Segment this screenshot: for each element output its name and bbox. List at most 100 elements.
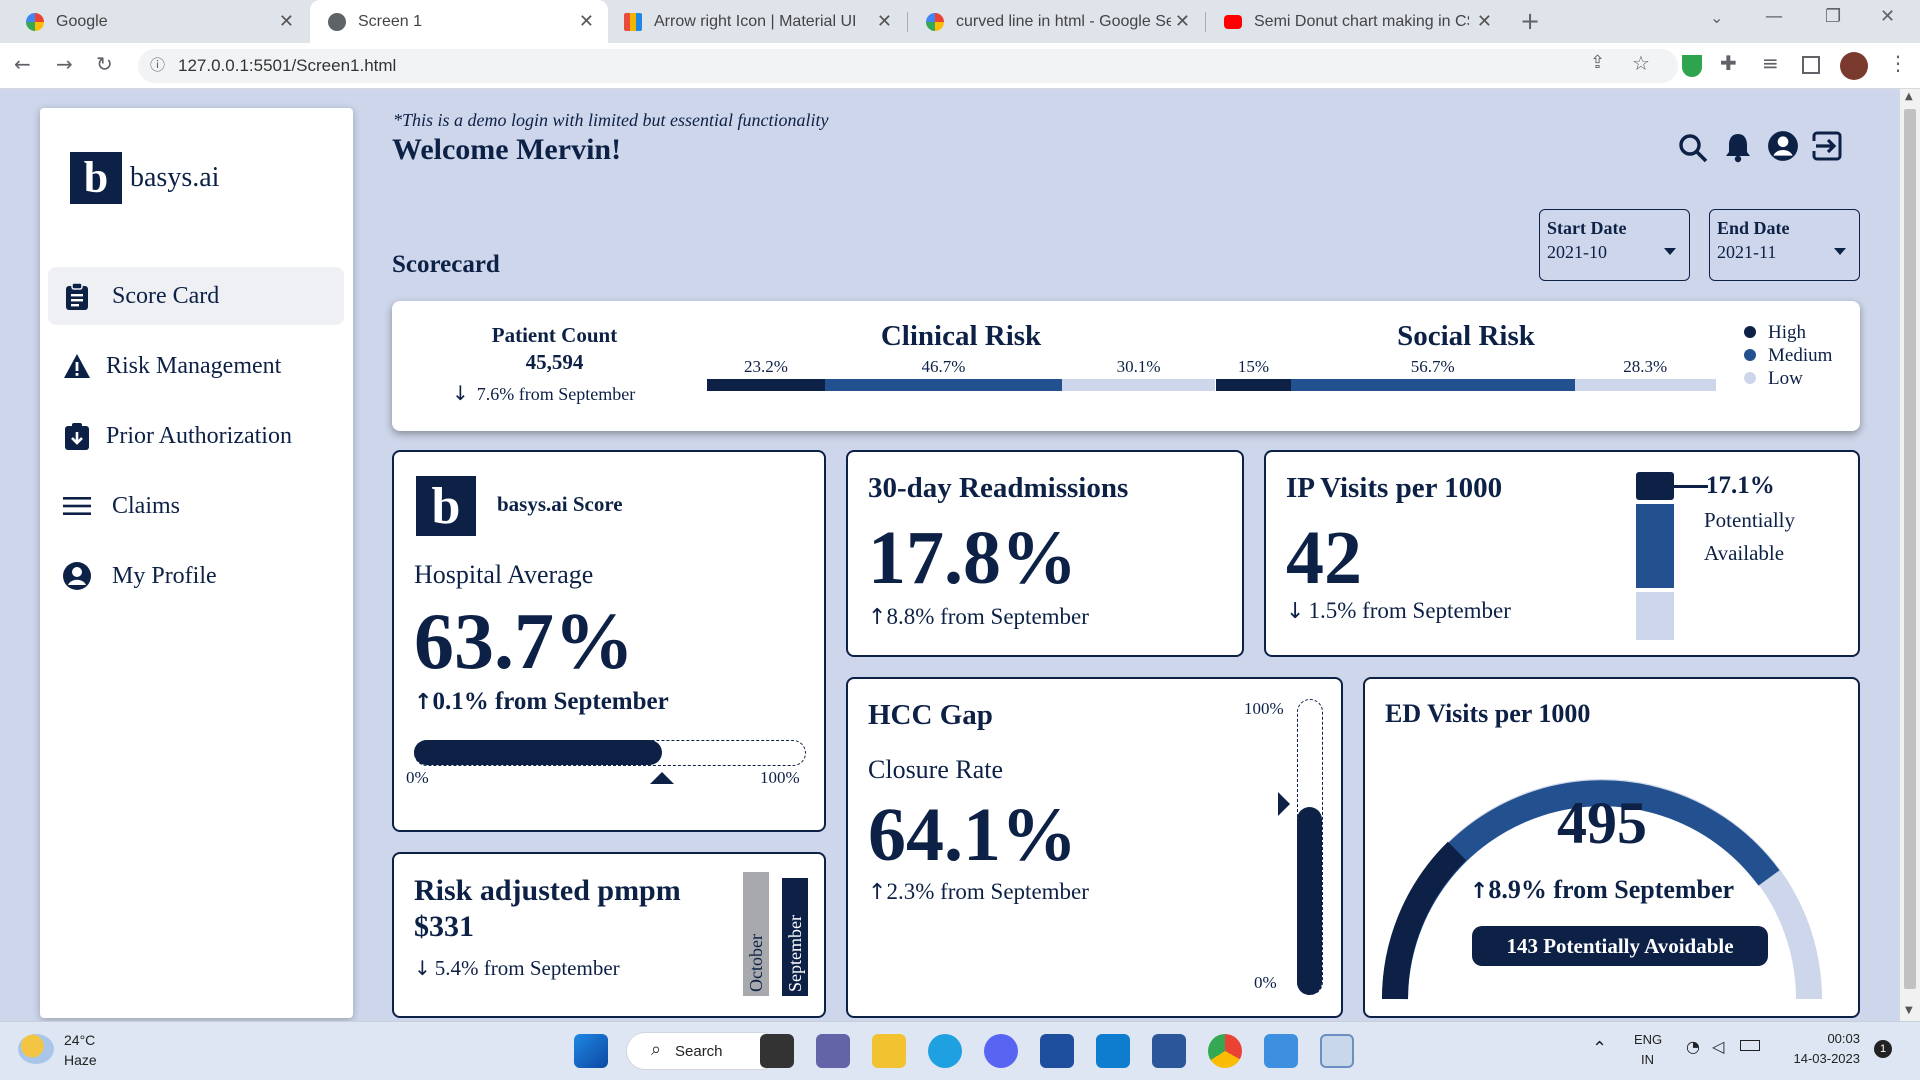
new-tab-icon[interactable]: + xyxy=(1520,7,1540,35)
sidebar-item-risk-management[interactable]: Risk Management xyxy=(48,337,344,395)
scrollbar[interactable]: ▲ ▼ xyxy=(1900,89,1920,1021)
edge-icon[interactable] xyxy=(928,1034,962,1068)
browser-tab-strip: Google ✕ Screen 1 ✕ Arrow right Icon | M… xyxy=(0,0,1920,43)
menu-lines-icon xyxy=(62,491,92,521)
profile-avatar[interactable] xyxy=(1840,52,1868,80)
back-icon[interactable]: ← xyxy=(14,52,31,76)
legend-label: High xyxy=(1768,322,1806,343)
social-risk-bar: 15% 56.7% 28.3% xyxy=(1216,357,1716,391)
clinical-segment-low xyxy=(1062,379,1215,391)
sidebar-item-claims[interactable]: Claims xyxy=(48,477,344,535)
ip-bar-high xyxy=(1636,472,1674,500)
close-tab-icon[interactable]: ✕ xyxy=(279,11,294,32)
change-text: 2.3% from September xyxy=(886,879,1089,904)
hcc-gap-card: HCC Gap Closure Rate 64.1% ↑2.3% from Se… xyxy=(846,677,1343,1018)
logout-icon[interactable] xyxy=(1812,131,1844,166)
bookmark-star-icon[interactable]: ☆ xyxy=(1632,51,1650,75)
media-queue-icon[interactable]: ≡ xyxy=(1762,51,1779,75)
end-date-select[interactable]: End Date 2021-11 xyxy=(1709,209,1860,281)
ip-bar-medium xyxy=(1636,504,1674,588)
globe-icon xyxy=(328,12,346,31)
hcc-marker-icon xyxy=(1278,792,1290,817)
start-date-label: Start Date xyxy=(1547,218,1627,238)
tab-material-ui[interactable]: Arrow right Icon | Material UI ✕ xyxy=(606,0,906,43)
tab-google-search[interactable]: curved line in html - Google Sear ✕ xyxy=(908,0,1204,43)
change-text: 0.1% from September xyxy=(432,688,669,715)
word-icon[interactable] xyxy=(1152,1034,1186,1068)
maximize-icon[interactable]: ❐ xyxy=(1825,6,1841,27)
tab-google[interactable]: Google ✕ xyxy=(8,0,308,43)
scroll-up-icon[interactable]: ▲ xyxy=(1905,91,1913,102)
extensions-puzzle-icon[interactable]: ✚ xyxy=(1720,51,1737,75)
sidebar-item-label: Score Card xyxy=(112,282,220,309)
address-bar[interactable]: ⓘ 127.0.0.1:5501/Screen1.html xyxy=(138,49,1678,83)
sidebar-item-prior-authorization[interactable]: Prior Authorization xyxy=(48,407,344,465)
sidebar-item-label: My Profile xyxy=(112,562,217,589)
pmpm-bar-october: October xyxy=(743,872,769,996)
ip-callout-text-2: Available xyxy=(1704,541,1785,565)
search-icon[interactable] xyxy=(1678,133,1708,168)
close-tab-icon[interactable]: ✕ xyxy=(1175,11,1190,32)
hcc-gauge-track xyxy=(1297,699,1323,995)
hcc-top-label: 100% xyxy=(1244,699,1284,718)
ip-bar-low xyxy=(1636,592,1674,640)
legend-low: Low xyxy=(1744,367,1832,390)
lang-line-1[interactable]: ENG xyxy=(1634,1032,1662,1047)
tab-youtube[interactable]: Semi Donut chart making in CSS: ✕ xyxy=(1206,0,1506,43)
sidebar-item-label: Prior Authorization xyxy=(106,422,292,449)
wifi-icon[interactable]: ◔ xyxy=(1686,1037,1700,1056)
clinical-segment-high xyxy=(707,379,825,391)
volume-icon[interactable]: ◁ xyxy=(1712,1037,1724,1056)
share-icon[interactable]: ⇪ xyxy=(1590,52,1605,73)
score-max-label: 100% xyxy=(760,768,800,787)
score-title: basys.ai Score xyxy=(497,492,623,516)
more-menu-icon[interactable]: ⋮ xyxy=(1888,51,1908,75)
windows-start-icon[interactable] xyxy=(574,1034,608,1068)
patient-count-change: ↓ 7.6% from September xyxy=(452,381,635,405)
snipping-tool-icon[interactable] xyxy=(1320,1034,1354,1068)
chrome-icon[interactable] xyxy=(1208,1034,1242,1068)
tray-chevron-icon[interactable]: ⌃ xyxy=(1592,1038,1607,1059)
taskbar-search[interactable]: ⌕ Search xyxy=(626,1032,780,1070)
account-icon[interactable] xyxy=(1767,130,1799,167)
photos-icon[interactable] xyxy=(1264,1034,1298,1068)
store-icon[interactable] xyxy=(1040,1034,1074,1068)
tab-screen-1[interactable]: Screen 1 ✕ xyxy=(310,0,608,43)
risk-legend: High Medium Low xyxy=(1744,321,1832,390)
clock-date[interactable]: 14-03-2023 xyxy=(1784,1051,1861,1066)
scroll-down-icon[interactable]: ▼ xyxy=(1905,1005,1913,1016)
change-text: 8.8% from September xyxy=(886,604,1089,629)
task-view-icon[interactable] xyxy=(760,1034,794,1068)
side-panel-icon[interactable] xyxy=(1802,56,1820,74)
reload-icon[interactable]: ↻ xyxy=(96,52,113,76)
sidebar-item-label: Claims xyxy=(112,492,181,519)
lang-line-2[interactable]: IN xyxy=(1641,1052,1654,1067)
sidebar-item-score-card[interactable]: Score Card xyxy=(48,267,344,325)
discord-icon[interactable] xyxy=(984,1034,1018,1068)
patient-count-label: Patient Count xyxy=(491,323,618,347)
start-date-select[interactable]: Start Date 2021-10 xyxy=(1539,209,1690,281)
notification-badge[interactable]: 1 xyxy=(1874,1040,1892,1058)
demo-note: *This is a demo login with limited but e… xyxy=(393,110,829,130)
vscode-icon[interactable] xyxy=(1096,1034,1130,1068)
close-tab-icon[interactable]: ✕ xyxy=(877,11,892,32)
forward-icon[interactable]: → xyxy=(56,52,73,76)
close-window-icon[interactable]: ✕ xyxy=(1880,6,1895,27)
minimize-icon[interactable]: — xyxy=(1765,6,1783,27)
sidebar-item-my-profile[interactable]: My Profile xyxy=(48,547,344,605)
extension-shield-icon[interactable] xyxy=(1682,55,1702,77)
bell-icon[interactable] xyxy=(1724,131,1752,168)
weather-text: Haze xyxy=(64,1052,97,1068)
clinical-segment-medium xyxy=(824,379,1063,391)
file-explorer-icon[interactable] xyxy=(872,1034,906,1068)
arrow-down-icon: ↓ xyxy=(452,381,469,405)
clock-time[interactable]: 00:03 xyxy=(1784,1031,1860,1046)
battery-icon[interactable] xyxy=(1740,1040,1760,1051)
scrollbar-thumb[interactable] xyxy=(1904,109,1916,989)
close-tab-icon[interactable]: ✕ xyxy=(579,11,594,32)
teams-icon[interactable] xyxy=(816,1034,850,1068)
tab-search-chevron-icon[interactable]: ⌄ xyxy=(1710,8,1723,27)
warning-icon xyxy=(62,351,92,381)
close-tab-icon[interactable]: ✕ xyxy=(1477,11,1492,32)
weather-icon[interactable] xyxy=(18,1034,54,1064)
